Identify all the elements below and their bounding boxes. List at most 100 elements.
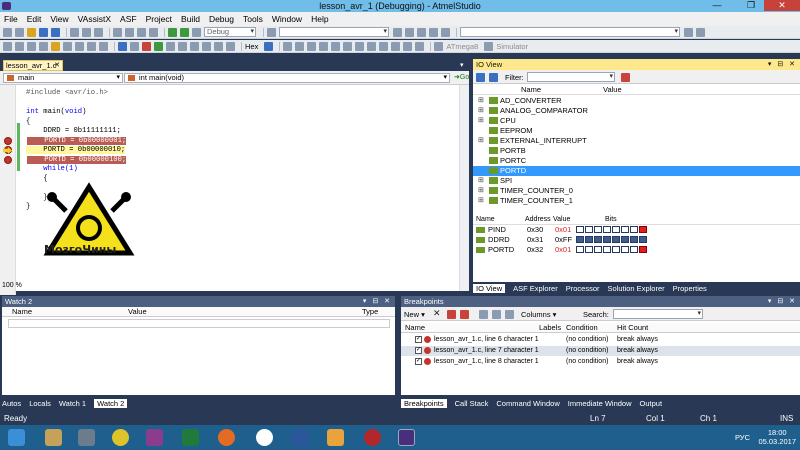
bookmark-icon[interactable] xyxy=(51,41,60,51)
function-combo[interactable]: int main(void) xyxy=(124,73,450,83)
reset-icon[interactable] xyxy=(226,41,235,51)
bit-cell[interactable] xyxy=(630,246,638,253)
bit-cell[interactable] xyxy=(576,226,584,233)
breakpoint-row[interactable]: ✓ lesson_avr_1.c, line 7 character 1 (no c… xyxy=(401,346,800,356)
code-line[interactable]: { xyxy=(26,118,126,128)
io-tree-item[interactable]: PORTB xyxy=(473,146,800,156)
save-all-icon[interactable] xyxy=(51,27,60,37)
yandex-browser-icon[interactable] xyxy=(256,429,273,446)
close-tab-icon[interactable]: ✕ xyxy=(54,61,60,70)
breakpoint-enabled-checkbox[interactable]: ✓ xyxy=(415,336,422,343)
layout-2-icon[interactable] xyxy=(295,41,305,51)
panel-tab[interactable]: Command Window xyxy=(496,399,559,408)
breakpoint-enabled-checkbox[interactable]: ✓ xyxy=(415,347,422,354)
excel-icon[interactable] xyxy=(182,429,199,446)
vax-icon[interactable] xyxy=(684,27,693,37)
breakpoints-title-bar[interactable]: Breakpoints ▾ ⊟ ✕ xyxy=(401,296,800,307)
menu-project[interactable]: Project xyxy=(146,14,172,24)
bp-col-name[interactable]: Name xyxy=(405,323,425,332)
edit-filter-icon[interactable] xyxy=(621,73,630,82)
panel-tab[interactable]: ASF Explorer xyxy=(513,284,558,293)
find-icon[interactable] xyxy=(393,27,402,37)
bit-cell[interactable] xyxy=(612,236,620,243)
delete-icon[interactable]: ✕ xyxy=(433,308,441,319)
io-tree-item[interactable]: ⊞ AD_CONVERTER xyxy=(473,96,800,106)
code-line-current[interactable]: PORTD = 0b00000010; xyxy=(26,146,126,156)
step-out-icon[interactable] xyxy=(202,41,211,51)
bit-cell[interactable] xyxy=(639,246,647,253)
layout-7-icon[interactable] xyxy=(355,41,365,51)
panel-tab[interactable]: Watch 1 xyxy=(59,399,86,408)
layout-9-icon[interactable] xyxy=(379,41,389,51)
menu-help[interactable]: Help xyxy=(311,14,328,24)
register-row[interactable]: PIND 0x30 0x01 xyxy=(473,225,800,235)
layout-11-icon[interactable] xyxy=(403,41,413,51)
menu-build[interactable]: Build xyxy=(181,14,200,24)
io-tree-item[interactable]: ⊞ EXTERNAL_INTERRUPT xyxy=(473,136,800,146)
code-line[interactable] xyxy=(26,99,126,109)
ladybug-app-icon[interactable] xyxy=(364,429,381,446)
new-file-icon[interactable] xyxy=(15,27,24,37)
save-icon[interactable] xyxy=(39,27,48,37)
tool-label[interactable]: Simulator xyxy=(496,42,528,51)
toggle-all-icon[interactable] xyxy=(460,310,469,319)
properties-icon[interactable] xyxy=(417,27,426,37)
code-line[interactable]: while(1) xyxy=(26,165,126,175)
navigate-forward-icon[interactable] xyxy=(149,27,158,37)
uncomment-icon[interactable] xyxy=(15,41,24,51)
bp-col-labels[interactable]: Labels xyxy=(539,323,561,332)
panel-tab[interactable]: Autos xyxy=(2,399,21,408)
panel-tab[interactable]: Watch 2 xyxy=(94,398,128,408)
panel-tab[interactable]: Output xyxy=(640,399,663,408)
configuration-combo[interactable]: Debug xyxy=(204,27,256,37)
ioview-title-bar[interactable]: IO View ▾ ⊟ ✕ xyxy=(473,59,800,70)
layout-icon[interactable] xyxy=(283,41,293,51)
show-next-statement-icon[interactable] xyxy=(166,41,175,51)
layout-4-icon[interactable] xyxy=(319,41,329,51)
bit-cell[interactable] xyxy=(576,236,584,243)
indent-icon[interactable] xyxy=(27,41,36,51)
menu-edit[interactable]: Edit xyxy=(27,14,42,24)
media-player-icon[interactable] xyxy=(327,429,344,446)
bit-cell[interactable] xyxy=(594,236,602,243)
menu-file[interactable]: File xyxy=(4,14,18,24)
menu-vassistx[interactable]: VAssistX xyxy=(78,14,111,24)
code-line[interactable]: int main(void) xyxy=(26,108,126,118)
menu-window[interactable]: Window xyxy=(272,14,302,24)
io-tree-item[interactable]: EEPROM xyxy=(473,126,800,136)
editor-vertical-scrollbar[interactable] xyxy=(459,85,469,291)
chrome-icon[interactable] xyxy=(112,429,129,446)
expand-icon[interactable]: ⊞ xyxy=(478,116,484,126)
bit-cell[interactable] xyxy=(576,246,584,253)
bit-cell[interactable] xyxy=(612,226,620,233)
io-tree-item[interactable]: ⊞ TIMER_COUNTER_1 xyxy=(473,196,800,206)
bit-cell[interactable] xyxy=(630,236,638,243)
panel-buttons[interactable]: ▾ ⊟ ✕ xyxy=(363,296,392,307)
bit-cell[interactable] xyxy=(621,226,629,233)
minimize-button[interactable]: — xyxy=(706,0,728,11)
bit-cell[interactable] xyxy=(639,226,647,233)
bit-cell[interactable] xyxy=(612,246,620,253)
new-project-icon[interactable] xyxy=(3,27,12,37)
bit-cell[interactable] xyxy=(594,226,602,233)
layout-12-icon[interactable] xyxy=(415,41,425,51)
close-button[interactable]: ✕ xyxy=(764,0,800,11)
breakpoint-enabled-checkbox[interactable]: ✓ xyxy=(415,358,422,365)
panel-tab[interactable]: Properties xyxy=(673,284,707,293)
delete-all-icon[interactable] xyxy=(447,310,456,319)
next-bookmark-icon[interactable] xyxy=(75,41,84,51)
rebuild-icon[interactable] xyxy=(180,27,189,37)
layout-3-icon[interactable] xyxy=(307,41,317,51)
view-icon[interactable] xyxy=(476,73,485,82)
watch-title-bar[interactable]: Watch 2 ▾ ⊟ ✕ xyxy=(2,296,395,307)
panel-tab[interactable]: Call Stack xyxy=(455,399,489,408)
io-tree-item[interactable]: PORTD xyxy=(473,166,800,176)
expand-icon[interactable]: ⊞ xyxy=(478,96,484,106)
solution-icon[interactable] xyxy=(405,27,414,37)
bit-cell[interactable] xyxy=(621,236,629,243)
expand-icon[interactable]: ⊞ xyxy=(478,106,484,116)
device-label[interactable]: ATmega8 xyxy=(446,42,478,51)
stop-debugging-icon[interactable] xyxy=(142,41,151,51)
layout-10-icon[interactable] xyxy=(391,41,401,51)
word-icon[interactable] xyxy=(292,429,309,446)
